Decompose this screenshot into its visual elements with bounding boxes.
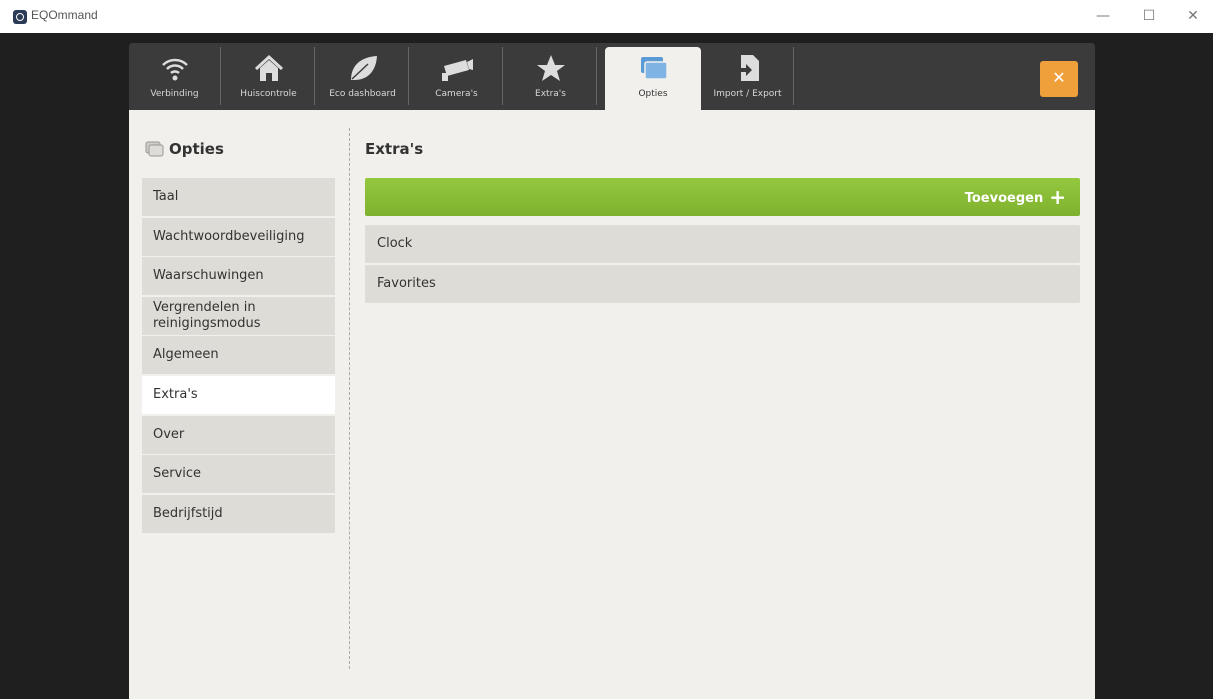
extras-list: Clock Favorites bbox=[365, 225, 1080, 304]
sidebar-item-vergrendelen[interactable]: Vergrendelen in reinigingsmodus bbox=[142, 296, 335, 335]
star-icon bbox=[536, 55, 565, 81]
window-title: EQOmmand bbox=[31, 8, 98, 22]
wifi-icon bbox=[161, 58, 188, 81]
sidebar-item-taal[interactable]: Taal bbox=[142, 178, 335, 216]
options-content: Opties Taal Wachtwoordbeveiliging Waarsc… bbox=[129, 110, 1095, 699]
sidebar-item-bedrijfstijd[interactable]: Bedrijfstijd bbox=[142, 494, 335, 533]
sidebar-title: Opties bbox=[145, 140, 224, 158]
sidebar-item-algemeen[interactable]: Algemeen bbox=[142, 336, 335, 375]
sidebar-item-service[interactable]: Service bbox=[142, 455, 335, 494]
minimize-button[interactable]: — bbox=[1088, 6, 1118, 26]
maximize-button[interactable]: ☐ bbox=[1134, 6, 1164, 26]
add-button[interactable]: Toevoegen + bbox=[365, 178, 1080, 216]
leaf-icon bbox=[350, 56, 377, 80]
sidebar-menu: Taal Wachtwoordbeveiliging Waarschuwinge… bbox=[142, 178, 335, 534]
window-close-button[interactable]: ✕ bbox=[1178, 6, 1208, 26]
tab-cameras[interactable]: Camera's bbox=[411, 47, 503, 105]
list-item-favorites[interactable]: Favorites bbox=[365, 264, 1080, 303]
add-button-label: Toevoegen bbox=[964, 191, 1044, 206]
home-icon bbox=[254, 54, 283, 81]
divider bbox=[349, 128, 350, 669]
plus-icon: + bbox=[1049, 185, 1066, 209]
app-logo-icon bbox=[13, 10, 27, 24]
app-panel: Verbinding Huiscontrole Eco dashboard Ca… bbox=[129, 43, 1095, 699]
tab-label: Extra's bbox=[535, 89, 566, 99]
tab-extras[interactable]: Extra's bbox=[505, 47, 597, 105]
sidebar-item-waarschuwingen[interactable]: Waarschuwingen bbox=[142, 257, 335, 296]
close-button[interactable]: ✕ bbox=[1040, 61, 1078, 97]
tab-label: Import / Export bbox=[713, 89, 782, 99]
tab-label: Huiscontrole bbox=[240, 89, 297, 99]
page-title: Extra's bbox=[365, 140, 424, 158]
import-export-icon bbox=[735, 55, 759, 81]
tab-label: Camera's bbox=[435, 89, 478, 99]
windows-icon bbox=[641, 57, 668, 80]
tab-label: Opties bbox=[638, 89, 668, 99]
list-item-clock[interactable]: Clock bbox=[365, 225, 1080, 263]
app-background: Verbinding Huiscontrole Eco dashboard Ca… bbox=[0, 33, 1213, 699]
sidebar-item-extras[interactable]: Extra's bbox=[142, 375, 335, 414]
sidebar-item-wachtwoordbeveiliging[interactable]: Wachtwoordbeveiliging bbox=[142, 217, 335, 256]
tab-opties[interactable]: Opties bbox=[605, 47, 701, 110]
window-titlebar: EQOmmand — ☐ ✕ bbox=[0, 0, 1213, 33]
sidebar-item-over[interactable]: Over bbox=[142, 415, 335, 454]
tab-bar: Verbinding Huiscontrole Eco dashboard Ca… bbox=[129, 43, 1095, 110]
tab-label: Eco dashboard bbox=[329, 89, 396, 99]
tab-import-export[interactable]: Import / Export bbox=[702, 47, 794, 105]
tab-huiscontrole[interactable]: Huiscontrole bbox=[223, 47, 315, 105]
tab-verbinding[interactable]: Verbinding bbox=[129, 47, 221, 105]
sidebar-title-text: Opties bbox=[169, 140, 224, 158]
camera-icon bbox=[441, 59, 473, 81]
windows-icon bbox=[145, 141, 165, 157]
tab-label: Verbinding bbox=[150, 89, 199, 99]
tab-eco-dashboard[interactable]: Eco dashboard bbox=[317, 47, 409, 105]
